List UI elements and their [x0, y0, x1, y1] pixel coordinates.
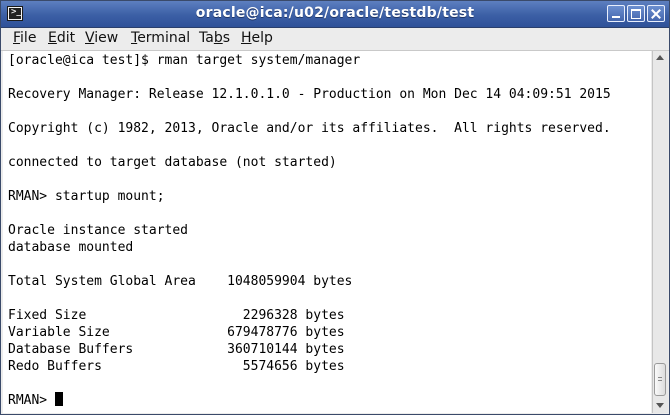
- terminal-line: Redo Buffers 5574656 bytes: [8, 359, 345, 374]
- window-title: oracle@ica:/u02/oracle/testdb/test: [195, 5, 475, 21]
- menu-help[interactable]: Help: [241, 30, 273, 46]
- terminal-icon-glyph: >_: [11, 7, 22, 17]
- terminal-line: [oracle@ica test]$ rman target system/ma…: [8, 53, 361, 68]
- maximize-button[interactable]: [627, 5, 645, 22]
- vertical-scrollbar[interactable]: [652, 51, 668, 413]
- scroll-down-arrow-icon[interactable]: [653, 398, 668, 413]
- title-bar[interactable]: >_ oracle@ica:/u02/oracle/testdb/test: [1, 1, 669, 28]
- terminal-line: Total System Global Area 1048059904 byte…: [8, 274, 353, 289]
- menu-terminal[interactable]: Terminal: [131, 30, 190, 46]
- terminal-output[interactable]: [oracle@ica test]$ rman target system/ma…: [3, 51, 651, 413]
- scroll-thumb[interactable]: [654, 363, 666, 396]
- terminal-line: Copyright (c) 1982, 2013, Oracle and/or …: [8, 121, 611, 136]
- menu-view[interactable]: View: [85, 30, 118, 46]
- close-button[interactable]: [647, 5, 665, 22]
- terminal-line: Oracle instance started: [8, 223, 189, 238]
- terminal-line: connected to target database (not starte…: [8, 155, 337, 170]
- terminal-line: Recovery Manager: Release 12.1.0.1.0 - P…: [8, 87, 611, 102]
- menu-tabs[interactable]: Tabs: [199, 30, 230, 46]
- terminal-line: Database Buffers 360710144 bytes: [8, 342, 345, 357]
- scroll-up-arrow-icon[interactable]: [653, 51, 668, 66]
- terminal-line: database mounted: [8, 240, 134, 255]
- terminal-line: Fixed Size 2296328 bytes: [8, 308, 345, 323]
- terminal-window: >_ oracle@ica:/u02/oracle/testdb/test Fi…: [0, 0, 670, 415]
- terminal-line: RMAN> startup mount;: [8, 189, 165, 204]
- menu-file[interactable]: File: [13, 30, 36, 46]
- minimize-button[interactable]: [607, 5, 625, 22]
- terminal-line: Variable Size 679478776 bytes: [8, 325, 345, 340]
- text-cursor: [54, 392, 63, 406]
- terminal-text: [oracle@ica test]$ rman target system/ma…: [3, 51, 651, 409]
- terminal-prompt-line: RMAN>: [8, 393, 55, 408]
- menu-bar: File Edit View Terminal Tabs Help: [1, 28, 669, 51]
- menu-edit[interactable]: Edit: [48, 30, 75, 46]
